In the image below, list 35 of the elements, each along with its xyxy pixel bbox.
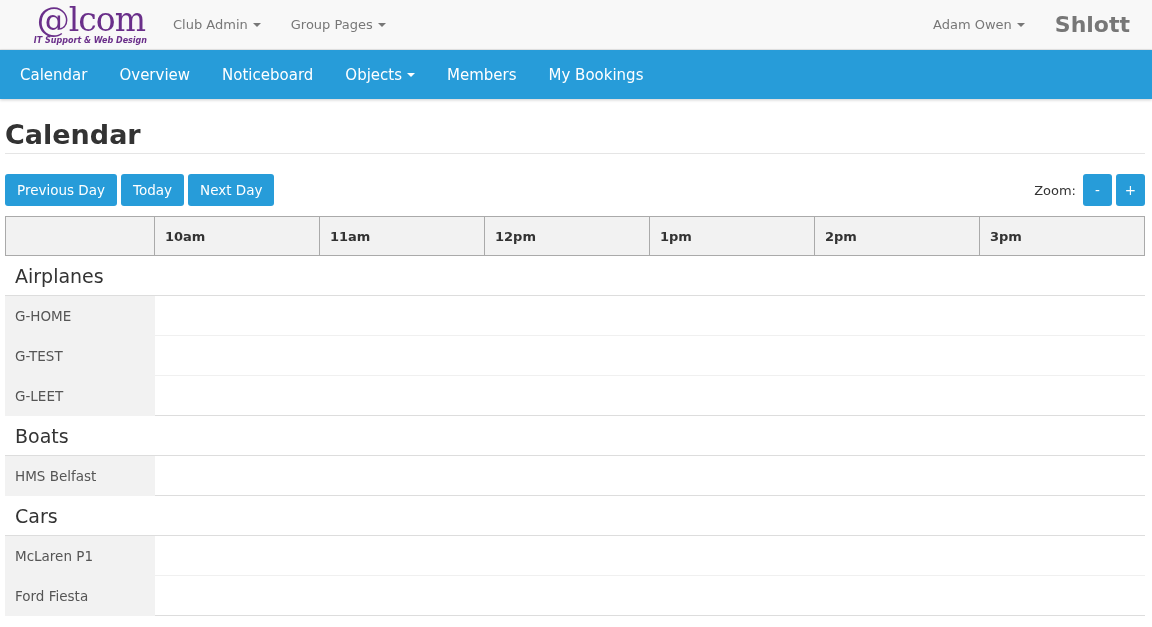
resource-label: G-HOME [5,296,155,336]
user-menu[interactable]: Adam Owen [933,17,1025,32]
logo[interactable]: @lcom [36,4,145,36]
time-header: 3pm [980,216,1145,256]
resource-label: HMS Belfast [5,456,155,496]
zoom-button[interactable]: - [1083,174,1112,206]
caret-icon [407,72,415,77]
resource-label: McLaren P1 [5,536,155,576]
nav-link[interactable]: Members [431,65,533,84]
time-header: 1pm [650,216,815,256]
time-header: 10am [155,216,320,256]
top-menu-link[interactable]: Group Pages [290,17,386,32]
zoom-button[interactable]: + [1116,174,1145,206]
day-nav-button[interactable]: Next Day [188,174,275,206]
caret-icon [1016,22,1025,27]
time-header: 11am [320,216,485,256]
caret-icon [252,22,261,27]
resource-label: G-TEST [5,336,155,376]
nav-link[interactable]: My Bookings [532,65,660,84]
caret-icon [377,22,386,27]
nav-link[interactable]: Overview [103,65,207,84]
resource-label: Ford Fiesta [5,576,155,616]
nav-link[interactable]: Calendar [4,65,104,84]
zoom-label: Zoom: [1034,182,1076,198]
time-header: 12pm [485,216,650,256]
nav-link[interactable]: Objects [329,65,431,84]
day-nav-button[interactable]: Today [121,174,185,206]
time-header: 2pm [815,216,980,256]
resource-label: G-LEET [5,376,155,416]
logo-tagline: IT Support & Web Design [33,36,147,45]
app-name: Shlott [1054,12,1130,37]
top-menu-link[interactable]: Club Admin [173,17,261,32]
day-nav-button[interactable]: Previous Day [5,174,117,206]
page-title: Calendar [5,119,1145,154]
nav-link[interactable]: Noticeboard [206,65,330,84]
